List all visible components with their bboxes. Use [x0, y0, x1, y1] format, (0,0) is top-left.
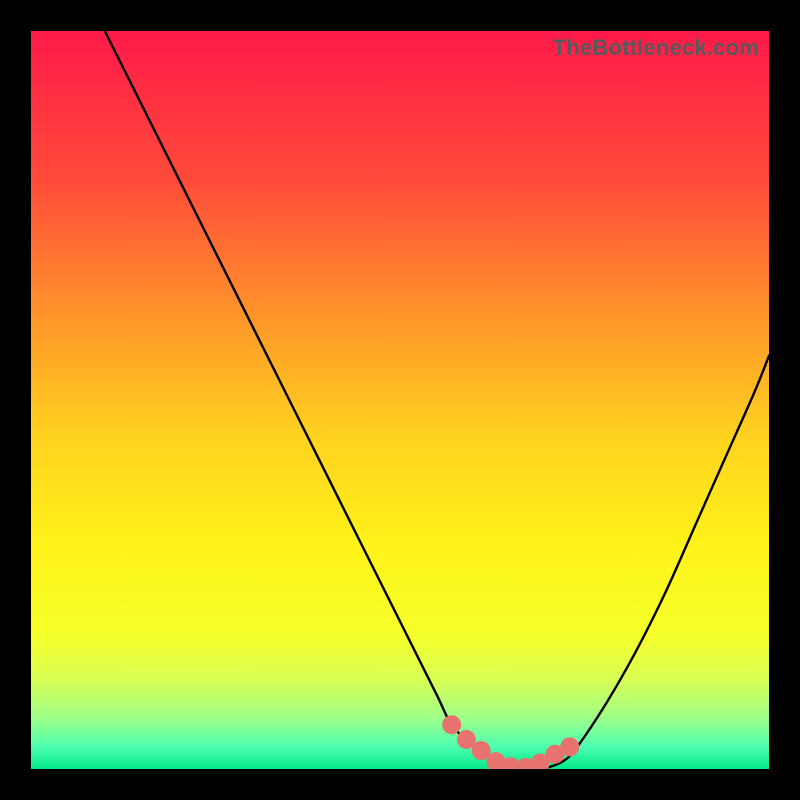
bottleneck-curve [105, 31, 769, 769]
bottleneck-curve-svg [31, 31, 769, 769]
chart-frame: TheBottleneck.com [31, 31, 769, 769]
marker-dot [442, 715, 461, 734]
watermark-text: TheBottleneck.com [553, 35, 759, 61]
marker-dot [560, 737, 579, 756]
highlighted-range-markers [442, 715, 579, 769]
